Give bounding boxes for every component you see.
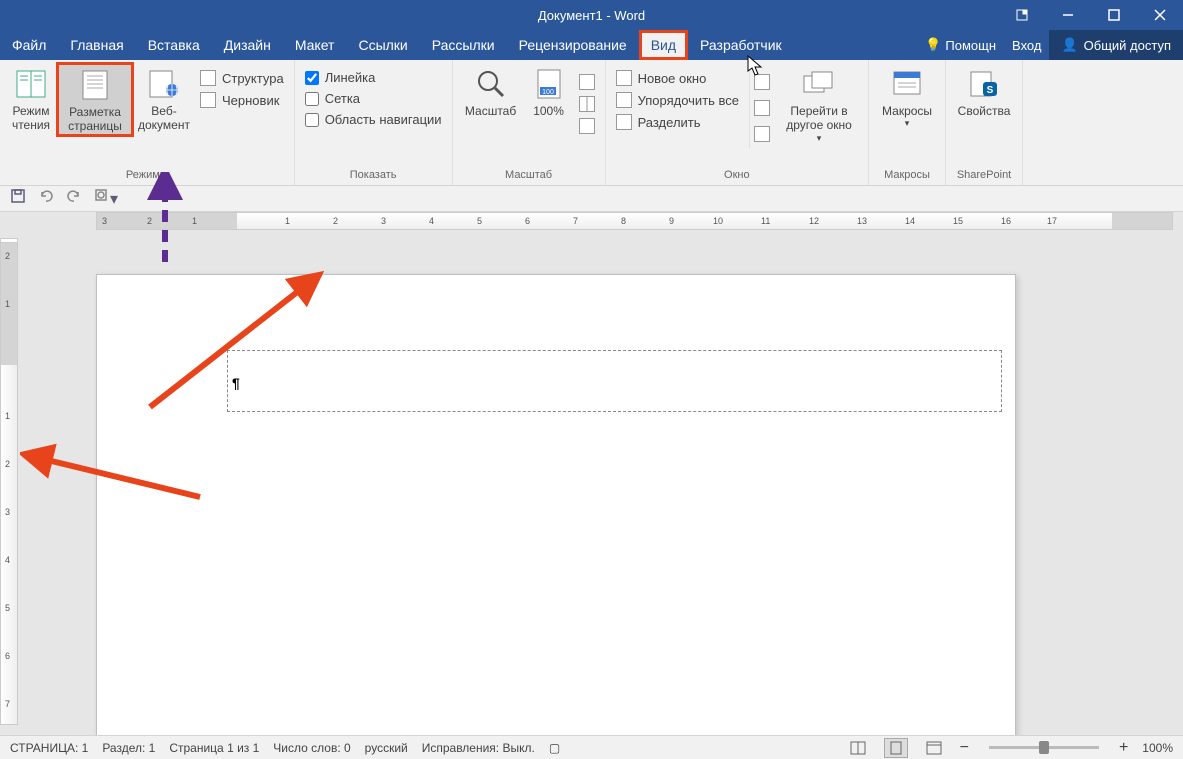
- tab-mailings[interactable]: Рассылки: [420, 30, 507, 60]
- read-mode-button[interactable]: Режим чтения: [6, 64, 56, 133]
- tab-references[interactable]: Ссылки: [346, 30, 419, 60]
- properties-button[interactable]: S Свойства: [952, 64, 1016, 118]
- macro-record-icon[interactable]: ▢: [549, 741, 560, 755]
- page-width-button[interactable]: [579, 118, 595, 134]
- status-language[interactable]: русский: [365, 741, 408, 755]
- read-mode-view-icon[interactable]: [846, 738, 870, 758]
- read-mode-icon: [15, 68, 47, 100]
- reset-window-icon: [754, 126, 770, 142]
- gridlines-checkbox[interactable]: Сетка: [305, 91, 442, 106]
- group-macros: Макросы▾ Макросы: [869, 60, 946, 185]
- zoom-in-button[interactable]: +: [1119, 739, 1128, 757]
- undo-icon[interactable]: [38, 188, 54, 209]
- multi-page-button[interactable]: [579, 96, 595, 112]
- tab-design[interactable]: Дизайн: [212, 30, 283, 60]
- draft-icon: [200, 92, 216, 108]
- print-layout-icon: [79, 69, 111, 101]
- outline-button[interactable]: Структура: [200, 70, 284, 86]
- switch-windows-button[interactable]: Перейти вдругое окно▾: [776, 64, 862, 144]
- page-width-icon: [579, 118, 595, 134]
- properties-icon: S: [968, 68, 1000, 100]
- new-window-icon: [616, 70, 632, 86]
- status-section[interactable]: Раздел: 1: [102, 741, 155, 755]
- sync-scroll-button[interactable]: [754, 100, 770, 116]
- outline-icon: [200, 70, 216, 86]
- tab-insert[interactable]: Вставка: [136, 30, 212, 60]
- share-button[interactable]: 👤Общий доступ: [1049, 30, 1183, 60]
- vertical-ruler[interactable]: 21 1234567: [0, 242, 18, 725]
- arrange-all-button[interactable]: Упорядочить все: [616, 92, 739, 108]
- tab-file[interactable]: Файл: [0, 30, 58, 60]
- svg-text:S: S: [987, 85, 994, 96]
- zoom-out-button[interactable]: −: [960, 739, 969, 757]
- status-page[interactable]: СТРАНИЦА: 1: [10, 741, 88, 755]
- print-layout-button[interactable]: Разметка страницы: [58, 64, 132, 135]
- switch-windows-icon: [803, 68, 835, 100]
- status-bar: СТРАНИЦА: 1 Раздел: 1 Страница 1 из 1 Чи…: [0, 735, 1183, 759]
- quick-access-toolbar: ▾: [0, 186, 1183, 212]
- qat-customize-icon[interactable]: ▾: [94, 188, 118, 209]
- multi-page-icon: [579, 96, 595, 112]
- group-zoom: Масштаб 100 100% Масштаб: [453, 60, 606, 185]
- one-page-button[interactable]: [579, 74, 595, 90]
- minimize-button[interactable]: [1045, 0, 1091, 30]
- zoom-button[interactable]: Масштаб: [459, 64, 523, 118]
- split-icon: [616, 114, 632, 130]
- tab-developer[interactable]: Разработчик: [688, 30, 794, 60]
- new-window-button[interactable]: Новое окно: [616, 70, 739, 86]
- svg-text:100: 100: [542, 89, 554, 96]
- side-by-side-icon: [754, 74, 770, 90]
- ribbon-tabs: Файл Главная Вставка Дизайн Макет Ссылки…: [0, 30, 1183, 60]
- macros-button[interactable]: Макросы▾: [875, 64, 939, 129]
- workspace: L 321 1234567891011121314151617 21 12345…: [0, 212, 1183, 735]
- maximize-button[interactable]: [1091, 0, 1137, 30]
- paragraph-mark: ¶: [232, 375, 240, 391]
- page-100-icon: 100: [533, 68, 565, 100]
- zoom-slider[interactable]: [989, 746, 1099, 749]
- share-icon: 👤: [1061, 37, 1077, 53]
- ribbon-view: Режим чтения Разметка страницы Веб-докум…: [0, 60, 1183, 186]
- save-icon[interactable]: [10, 188, 26, 209]
- document-page[interactable]: ¶: [96, 274, 1016, 754]
- print-layout-view-icon[interactable]: [884, 738, 908, 758]
- magnifier-icon: [475, 68, 507, 100]
- group-views: Режим чтения Разметка страницы Веб-докум…: [0, 60, 295, 185]
- ruler-checkbox[interactable]: Линейка: [305, 70, 442, 85]
- close-button[interactable]: [1137, 0, 1183, 30]
- status-word-count[interactable]: Число слов: 0: [273, 741, 350, 755]
- title-bar: Документ1 - Word: [0, 0, 1183, 30]
- tab-view[interactable]: Вид: [639, 30, 688, 60]
- group-window: Новое окно Упорядочить все Разделить Пер…: [606, 60, 869, 185]
- text-box[interactable]: [227, 350, 1002, 412]
- nav-pane-checkbox[interactable]: Область навигации: [305, 112, 442, 127]
- one-page-icon: [579, 74, 595, 90]
- status-track-changes[interactable]: Исправления: Выкл.: [422, 741, 535, 755]
- redo-icon[interactable]: [66, 188, 82, 209]
- status-page-of[interactable]: Страница 1 из 1: [169, 741, 259, 755]
- ribbon-display-options-icon[interactable]: [999, 0, 1045, 30]
- tab-review[interactable]: Рецензирование: [507, 30, 639, 60]
- zoom-100-button[interactable]: 100 100%: [525, 64, 573, 118]
- web-layout-view-icon[interactable]: [922, 738, 946, 758]
- view-side-by-side-button[interactable]: [754, 74, 770, 90]
- reset-window-button[interactable]: [754, 126, 770, 142]
- web-layout-icon: [148, 68, 180, 100]
- draft-button[interactable]: Черновик: [200, 92, 284, 108]
- group-sharepoint: S Свойства SharePoint: [946, 60, 1023, 185]
- sync-scroll-icon: [754, 100, 770, 116]
- tab-layout[interactable]: Макет: [283, 30, 347, 60]
- sign-in[interactable]: Вход: [1004, 38, 1049, 53]
- tab-home[interactable]: Главная: [58, 30, 135, 60]
- zoom-level[interactable]: 100%: [1142, 741, 1173, 755]
- document-title: Документ1 - Word: [538, 8, 645, 23]
- split-button[interactable]: Разделить: [616, 114, 739, 130]
- macros-icon: [891, 68, 923, 100]
- group-show: Линейка Сетка Область навигации Показать: [295, 60, 453, 185]
- web-layout-button[interactable]: Веб-документ: [134, 64, 194, 133]
- lightbulb-icon: 💡: [925, 37, 941, 53]
- tell-me[interactable]: 💡Помощн: [917, 37, 1004, 53]
- horizontal-ruler[interactable]: 321 1234567891011121314151617: [96, 212, 1173, 230]
- arrange-all-icon: [616, 92, 632, 108]
